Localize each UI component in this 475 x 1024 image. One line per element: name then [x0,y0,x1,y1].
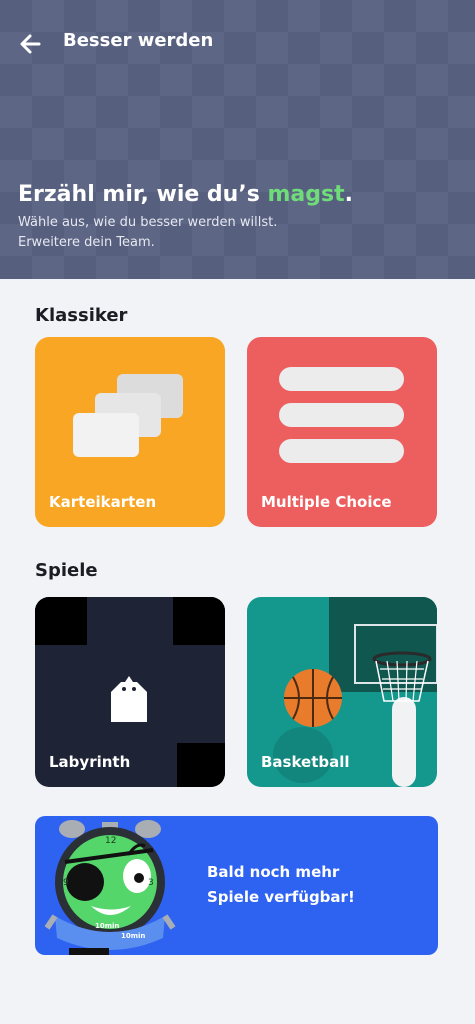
banner-line2: Spiele verfügbar! [207,888,355,906]
ribbon-text-1: 10min [95,922,120,930]
card-label-basketball: Basketball [261,753,350,771]
card-multiple-choice[interactable]: Multiple Choice [247,337,437,527]
hero-header: Besser werden Erzähl mir, wie du’s magst… [0,0,475,279]
card-labyrinth[interactable]: Labyrinth [35,597,225,787]
card-label-labyrinth: Labyrinth [49,753,131,771]
ribbon-text-2: 10min [121,932,146,940]
headline-text: Erzähl mir, wie du’s [18,182,268,207]
answer-option-bar [279,367,404,391]
card-label-multiple-choice: Multiple Choice [261,493,392,511]
clock-number-right: 3 [148,878,154,888]
clock-number-left: 9 [63,878,69,888]
section-title-klassiker: Klassiker [35,305,128,326]
more-games-banner: 12 9 3 10min 10min Bald noch mehr Spiele… [35,816,438,955]
clock-number-top: 12 [105,836,117,846]
maze-wall [35,597,87,645]
arrow-left-icon [20,34,41,54]
hero-subtitle-line1: Wähle aus, wie du besser werden willst. [18,215,278,230]
ghost-icon [111,676,147,722]
back-button[interactable] [14,28,46,60]
maze-wall [173,597,225,645]
headline-end: . [344,182,353,207]
answer-option-bar [279,439,404,463]
page-title: Besser werden [63,30,214,51]
card-label-karteikarten: Karteikarten [49,493,157,511]
card-basketball[interactable]: Basketball [247,597,437,787]
headline-accent: magst [267,182,345,207]
banner-text: Bald noch mehr Spiele verfügbar! [207,860,355,910]
banner-line1: Bald noch mehr [207,863,340,881]
hero-subtitle-line2: Erweitere dein Team. [18,235,155,250]
maze-wall [177,743,225,787]
section-title-spiele: Spiele [35,560,98,581]
hero-headline: Erzähl mir, wie du’s magst. [18,182,353,207]
flashcard-front [73,413,139,457]
card-karteikarten[interactable]: Karteikarten [35,337,225,527]
answer-option-bar [279,403,404,427]
